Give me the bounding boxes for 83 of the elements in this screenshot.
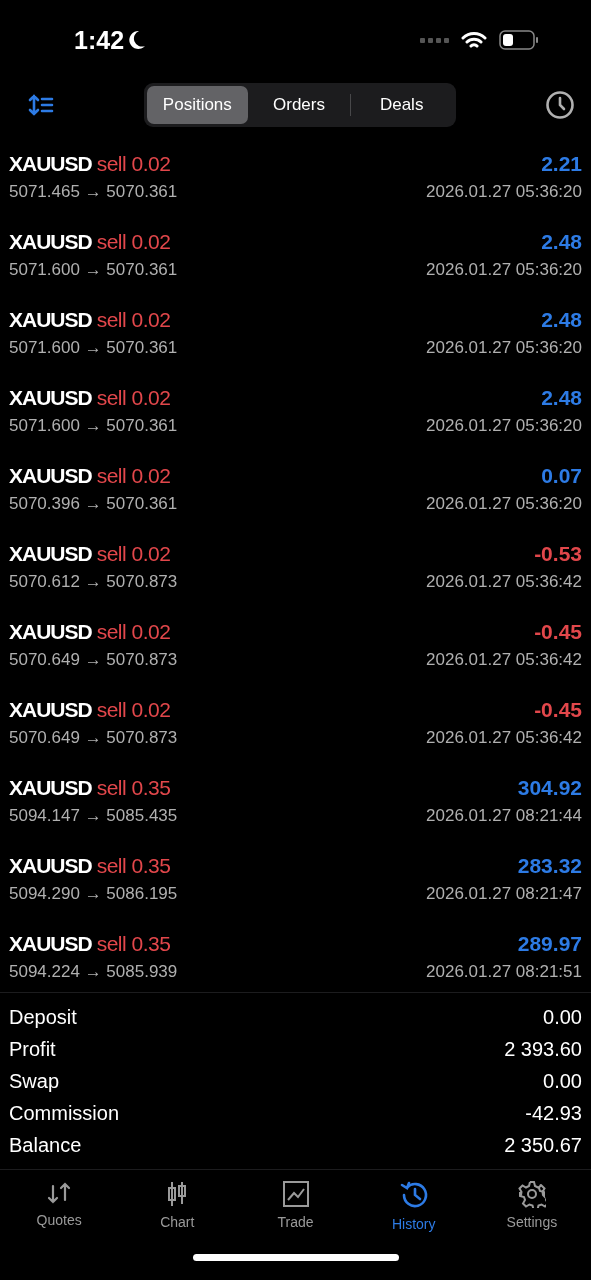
order-side-label: sell 0.35 — [96, 854, 171, 877]
symbol-label: XAUUSD — [9, 932, 92, 955]
deal-time: 2026.01.27 05:36:42 — [426, 572, 582, 592]
segment-tab[interactable]: Orders — [248, 86, 350, 124]
price-range: 5094.147 → 5085.435 — [9, 806, 178, 826]
price-range: 5071.600 → 5070.361 — [9, 338, 178, 358]
segment-tab[interactable]: Deals — [350, 86, 453, 124]
line-chart-icon — [281, 1180, 310, 1208]
order-side-label: sell 0.02 — [96, 152, 171, 175]
symbol-label: XAUUSD — [9, 464, 92, 487]
profit-value: 2.48 — [541, 308, 582, 332]
deal-time: 2026.01.27 08:21:51 — [426, 962, 582, 982]
symbol-label: XAUUSD — [9, 230, 92, 253]
order-side-label: sell 0.02 — [96, 620, 171, 643]
price-range: 5071.600 → 5070.361 — [9, 260, 178, 280]
symbol-label: XAUUSD — [9, 386, 92, 409]
summary-value: 0.00 — [543, 1069, 582, 1093]
summary-value: -42.93 — [525, 1101, 582, 1125]
profit-value: 289.97 — [517, 932, 582, 956]
clock-time: 1:42 — [74, 25, 125, 55]
price-range: 5094.224 → 5085.939 — [9, 962, 178, 982]
nav-tab[interactable]: History — [354, 1180, 473, 1232]
summary-value: 2 350.67 — [504, 1133, 582, 1157]
order-side-label: sell 0.02 — [96, 386, 171, 409]
price-range: 5070.649 → 5070.873 — [9, 728, 178, 748]
deal-time: 2026.01.27 05:36:20 — [426, 416, 582, 436]
summary-label: Commission — [9, 1101, 120, 1125]
order-side-label: sell 0.35 — [96, 776, 171, 799]
nav-tab[interactable]: Settings — [472, 1180, 591, 1232]
deal-time: 2026.01.27 08:21:47 — [426, 884, 582, 904]
symbol-label: XAUUSD — [9, 152, 92, 175]
price-range: 5070.612 → 5070.873 — [9, 572, 178, 592]
deal-time: 2026.01.27 08:21:44 — [426, 806, 582, 826]
deal-time: 2026.01.27 05:36:20 — [426, 338, 582, 358]
summary-label: Deposit — [9, 1005, 77, 1029]
history-icon — [398, 1180, 429, 1210]
nav-tab[interactable]: Trade — [236, 1180, 355, 1232]
symbol-label: XAUUSD — [9, 542, 92, 565]
order-side-label: sell 0.02 — [96, 308, 171, 331]
profit-value: -0.45 — [534, 698, 582, 722]
segment-tab[interactable]: Positions — [146, 86, 249, 124]
deal-time: 2026.01.27 05:36:42 — [426, 650, 582, 670]
order-side-label: sell 0.02 — [96, 542, 171, 565]
order-side-label: sell 0.02 — [96, 230, 171, 253]
profit-value: -0.45 — [534, 620, 582, 644]
price-range: 5094.290 → 5086.195 — [9, 884, 178, 904]
symbol-label: XAUUSD — [9, 776, 92, 799]
deal-time: 2026.01.27 05:36:20 — [426, 494, 582, 514]
price-range: 5070.649 → 5070.873 — [9, 650, 178, 670]
summary-value: 0.00 — [543, 1005, 582, 1029]
deal-time: 2026.01.27 05:36:20 — [426, 260, 582, 280]
profit-value: 2.48 — [541, 386, 582, 410]
symbol-label: XAUUSD — [9, 698, 92, 721]
clock-icon[interactable] — [545, 90, 575, 120]
symbol-label: XAUUSD — [9, 854, 92, 877]
price-range: 5070.396 → 5070.361 — [9, 494, 178, 514]
symbol-label: XAUUSD — [9, 620, 92, 643]
profit-value: 283.32 — [517, 854, 582, 878]
price-range: 5071.600 → 5070.361 — [9, 416, 178, 436]
deal-time: 2026.01.27 05:36:20 — [426, 182, 582, 202]
settings-icon — [517, 1180, 546, 1208]
signal-icon — [420, 37, 449, 43]
sort-icon[interactable] — [28, 93, 54, 117]
nav-tab[interactable]: Quotes — [0, 1180, 119, 1232]
nav-tab[interactable]: Chart — [118, 1180, 237, 1232]
profit-value: 0.07 — [541, 464, 582, 488]
order-side-label: sell 0.35 — [96, 932, 171, 955]
battery-icon — [499, 30, 539, 50]
summary-value: 2 393.60 — [504, 1037, 582, 1061]
symbol-label: XAUUSD — [9, 308, 92, 331]
order-side-label: sell 0.02 — [96, 698, 171, 721]
summary-label: Profit — [9, 1037, 56, 1061]
deal-time: 2026.01.27 05:36:42 — [426, 728, 582, 748]
order-side-label: sell 0.02 — [96, 464, 171, 487]
wifi-icon — [461, 30, 487, 50]
profit-value: -0.53 — [534, 542, 582, 566]
summary-label: Balance — [9, 1133, 82, 1157]
price-range: 5071.465 → 5070.361 — [9, 182, 178, 202]
profit-value: 2.48 — [541, 230, 582, 254]
moon-icon — [128, 30, 147, 50]
profit-value: 304.92 — [517, 776, 582, 800]
profit-value: 2.21 — [541, 152, 582, 176]
summary-label: Swap — [9, 1069, 60, 1093]
